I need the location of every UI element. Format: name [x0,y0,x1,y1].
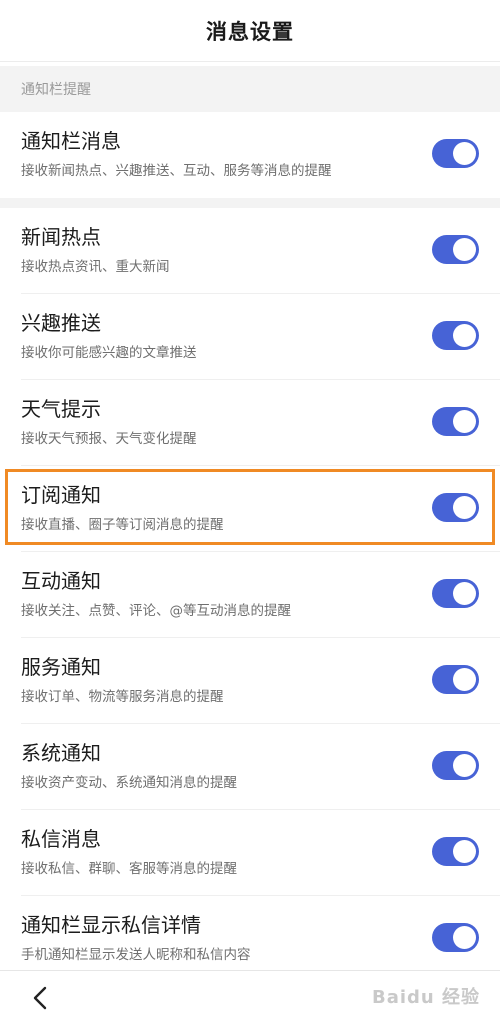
toggle-switch[interactable] [432,407,479,436]
page-title: 消息设置 [206,19,294,44]
setting-row-system: 系统通知 接收资产变动、系统通知消息的提醒 [0,724,500,810]
setting-title: 订阅通知 [21,483,101,507]
setting-row-weather: 天气提示 接收天气预报、天气变化提醒 [0,380,500,466]
toggle-switch[interactable] [432,923,479,952]
setting-subtitle: 接收新闻热点、兴趣推送、互动、服务等消息的提醒 [21,163,332,179]
setting-subtitle: 接收你可能感兴趣的文章推送 [21,345,197,361]
setting-title: 通知栏消息 [21,129,121,153]
setting-subtitle: 接收私信、群聊、客服等消息的提醒 [21,861,237,877]
setting-title: 天气提示 [21,397,101,421]
toggle-switch[interactable] [432,235,479,264]
setting-subtitle: 手机通知栏显示发送人昵称和私信内容 [21,947,251,963]
setting-row-notification-bar: 通知栏消息 接收新闻热点、兴趣推送、互动、服务等消息的提醒 [0,112,500,198]
toggle-switch[interactable] [432,837,479,866]
toggle-knob [453,926,476,949]
toggle-knob [453,754,476,777]
toggle-knob [453,668,476,691]
setting-title: 新闻热点 [21,225,101,249]
toggle-knob [453,324,476,347]
setting-subtitle: 接收关注、点赞、评论、@等互动消息的提醒 [21,603,291,619]
page-header: 消息设置 [0,0,500,62]
setting-title: 通知栏显示私信详情 [21,913,201,937]
setting-title: 系统通知 [21,741,101,765]
back-arrow-icon[interactable] [26,983,56,1013]
setting-title: 兴趣推送 [21,311,101,335]
toggle-knob [453,840,476,863]
toggle-knob [453,496,476,519]
bottom-nav-bar: Baidu 经验 [0,970,500,1026]
setting-subtitle: 接收资产变动、系统通知消息的提醒 [21,775,237,791]
toggle-switch[interactable] [432,579,479,608]
setting-title: 私信消息 [21,827,101,851]
toggle-knob [453,142,476,165]
toggle-switch[interactable] [432,139,479,168]
setting-row-interest-push: 兴趣推送 接收你可能感兴趣的文章推送 [0,294,500,380]
toggle-switch[interactable] [432,751,479,780]
section-label: 通知栏提醒 [0,66,500,112]
setting-subtitle: 接收热点资讯、重大新闻 [21,259,170,275]
setting-title: 互动通知 [21,569,101,593]
toggle-switch[interactable] [432,665,479,694]
setting-title: 服务通知 [21,655,101,679]
section-gap [0,198,500,208]
setting-subtitle: 接收订单、物流等服务消息的提醒 [21,689,224,705]
setting-row-private-message: 私信消息 接收私信、群聊、客服等消息的提醒 [0,810,500,896]
toggle-knob [453,238,476,261]
setting-subtitle: 接收直播、圈子等订阅消息的提醒 [21,517,224,533]
setting-row-subscription: 订阅通知 接收直播、圈子等订阅消息的提醒 [0,466,500,552]
setting-row-news-hot: 新闻热点 接收热点资讯、重大新闻 [0,208,500,294]
watermark: Baidu 经验 [371,987,480,1008]
toggle-knob [453,582,476,605]
toggle-knob [453,410,476,433]
toggle-switch[interactable] [432,493,479,522]
toggle-switch[interactable] [432,321,479,350]
setting-row-service: 服务通知 接收订单、物流等服务消息的提醒 [0,638,500,724]
setting-subtitle: 接收天气预报、天气变化提醒 [21,431,197,447]
setting-row-interaction: 互动通知 接收关注、点赞、评论、@等互动消息的提醒 [0,552,500,638]
